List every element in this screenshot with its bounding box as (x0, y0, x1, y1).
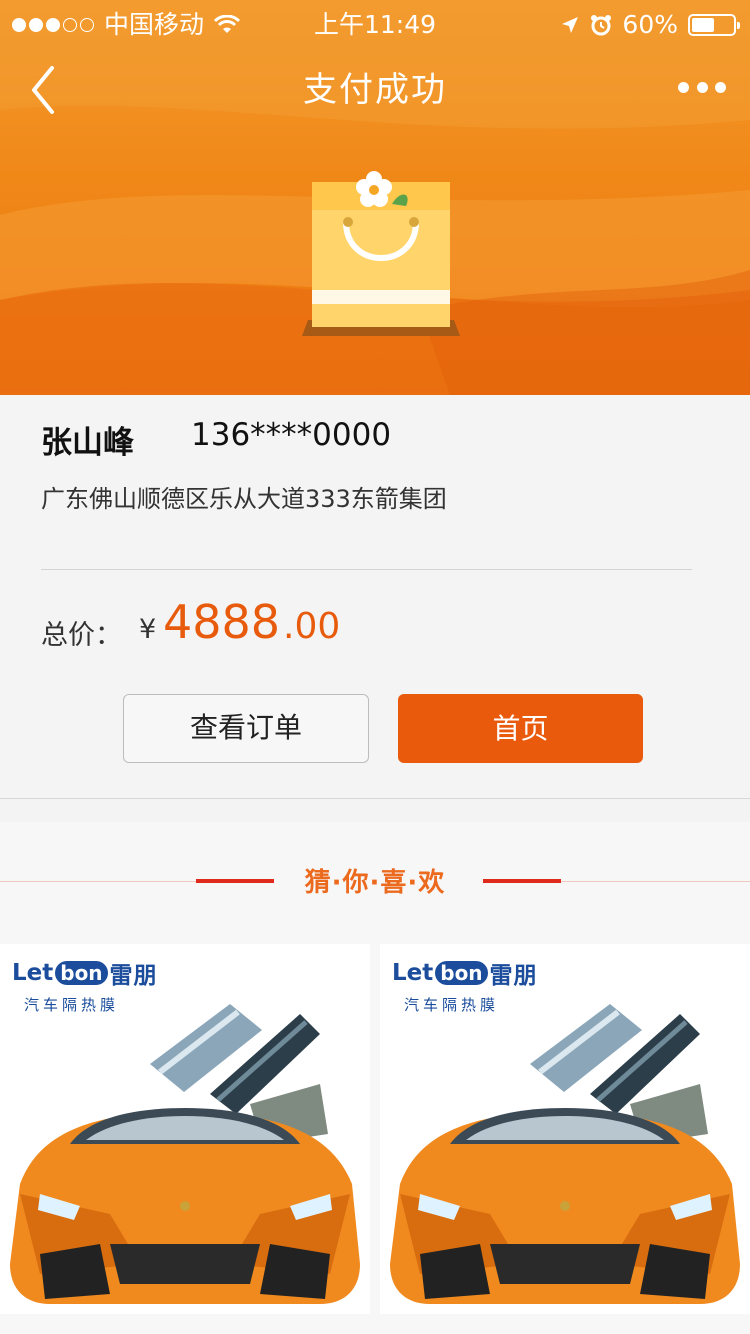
shipping-address: 广东佛山顺德区乐从大道333东箭集团 (41, 485, 447, 513)
brand-logo: Let bon 雷朋 (392, 956, 538, 990)
divider (41, 569, 692, 570)
contact-name: 张山峰 (41, 425, 134, 461)
nav-bar: 支付成功 (0, 50, 750, 130)
status-bar: 中国移动 上午11:49 60% (0, 0, 750, 50)
currency-symbol: ¥ (139, 614, 157, 645)
product-card[interactable]: Let bon 雷朋 汽车隔热膜 (380, 944, 750, 1314)
product-tagline: 汽车隔热膜 (24, 996, 120, 1014)
brand-latin-prefix: Let (12, 960, 54, 986)
shopping-bag-icon (302, 171, 460, 336)
total-label: 总价： (41, 620, 122, 651)
page-title: 支付成功 (303, 70, 447, 110)
view-orders-button[interactable]: 查看订单 (123, 694, 369, 763)
recommend-section: 猜·你·喜·欢 Let bon 雷朋 汽车隔热膜 Let bon 雷朋 汽车隔热… (0, 822, 750, 1334)
order-info-card: 张山峰 136****0000 广东佛山顺德区乐从大道333东箭集团 总价： ¥… (0, 395, 750, 799)
header-banner: 中国移动 上午11:49 60% 支付成功 (0, 0, 750, 395)
battery-icon (688, 14, 740, 36)
home-button[interactable]: 首页 (398, 694, 643, 763)
brand-logo: Let bon 雷朋 (12, 956, 158, 990)
status-right: 60% (560, 0, 740, 50)
alarm-icon (591, 15, 612, 36)
brand-latin-prefix: Let (392, 960, 434, 986)
brand-chinese-name: 雷朋 (489, 963, 538, 989)
location-arrow-icon (562, 17, 579, 33)
price-integer: 4888 (163, 595, 281, 649)
more-dots-icon[interactable] (678, 72, 726, 102)
brand-latin-badge: bon (55, 961, 108, 985)
price-decimal: .00 (283, 606, 341, 647)
contact-phone: 136****0000 (191, 417, 392, 453)
battery-percent: 60% (622, 10, 678, 39)
brand-latin-badge: bon (435, 961, 488, 985)
recommend-title: 猜·你·喜·欢 (304, 868, 446, 898)
brand-chinese-name: 雷朋 (109, 963, 158, 989)
product-tagline: 汽车隔热膜 (404, 996, 500, 1014)
product-card[interactable]: Let bon 雷朋 汽车隔热膜 (0, 944, 370, 1314)
